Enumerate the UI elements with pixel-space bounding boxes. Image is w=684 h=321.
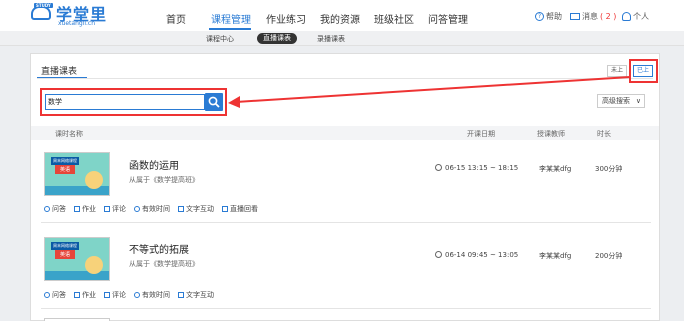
annotation-arrow-icon <box>228 76 631 108</box>
